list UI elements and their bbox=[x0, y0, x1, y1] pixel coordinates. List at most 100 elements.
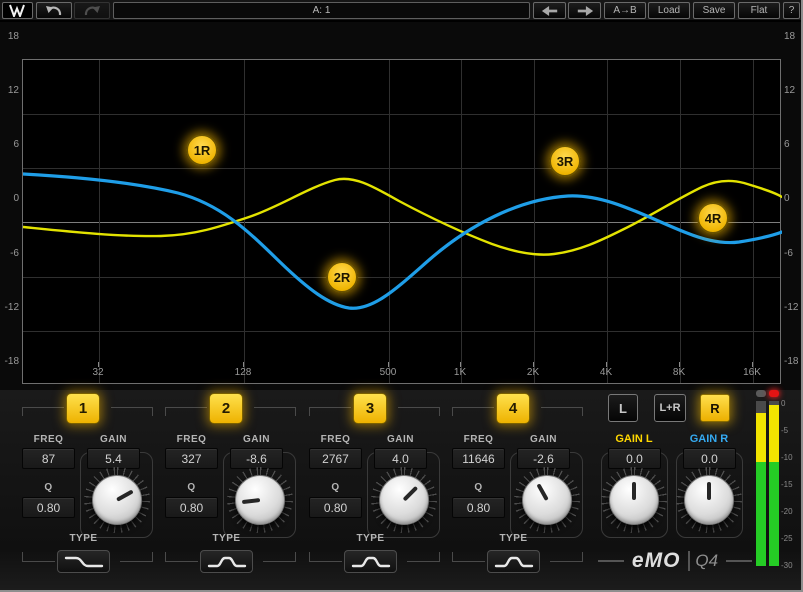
band-4-gain-knob[interactable] bbox=[522, 475, 572, 525]
undo-button[interactable] bbox=[36, 2, 72, 19]
previous-preset-button[interactable] bbox=[533, 2, 566, 19]
band-3-select-button[interactable]: 3 bbox=[353, 393, 387, 424]
gain-l-knob[interactable] bbox=[609, 475, 659, 525]
y-tick-label: 18 bbox=[784, 31, 802, 43]
logo-line bbox=[726, 560, 752, 562]
knob-pointer bbox=[632, 482, 636, 500]
meter-scale-label: -10 bbox=[781, 453, 801, 463]
band-4-select-button[interactable]: 4 bbox=[496, 393, 530, 424]
bracket bbox=[407, 552, 440, 562]
band-2-q-value[interactable]: 0.80 bbox=[165, 497, 218, 518]
y-tick-label: 6 bbox=[784, 139, 802, 151]
meter-yellow-segment bbox=[769, 405, 779, 462]
bracket bbox=[398, 407, 440, 416]
load-button[interactable]: Load bbox=[648, 2, 690, 19]
band-1-select-button[interactable]: 1 bbox=[66, 393, 100, 424]
undo-icon bbox=[45, 5, 63, 17]
band-2-gain-knob[interactable] bbox=[235, 475, 285, 525]
gain-r-knob[interactable] bbox=[684, 475, 734, 525]
knob-pointer bbox=[242, 498, 260, 504]
meter-scale-label: -30 bbox=[781, 561, 801, 571]
bracket bbox=[22, 407, 64, 416]
meter-yellow-segment bbox=[756, 413, 766, 462]
clip-indicator-left[interactable] bbox=[756, 390, 766, 397]
meter-scale-label: -15 bbox=[781, 480, 801, 490]
channel-r-button[interactable]: R bbox=[700, 394, 730, 422]
meter-scale-label: -5 bbox=[781, 426, 801, 436]
left-channel-curve[interactable] bbox=[23, 179, 782, 255]
ab-compare-button[interactable]: A→B bbox=[604, 2, 646, 19]
knob-pointer bbox=[707, 482, 711, 500]
band-panel-4: 4 FREQ GAIN 11646 -2.6 Q 0.80 TYPE bbox=[450, 390, 585, 590]
q-label: Q bbox=[309, 482, 362, 493]
bracket bbox=[111, 407, 153, 416]
type-label: TYPE bbox=[344, 533, 397, 544]
y-tick-label: -18 bbox=[784, 356, 802, 368]
redo-button[interactable] bbox=[74, 2, 110, 19]
band-2-type-button[interactable] bbox=[200, 550, 253, 573]
next-preset-button[interactable] bbox=[568, 2, 601, 19]
band-3-gain-knob[interactable] bbox=[379, 475, 429, 525]
band-marker-label: 4R bbox=[705, 211, 722, 226]
band-marker-4[interactable]: 4R bbox=[697, 202, 729, 234]
band-1-q-value[interactable]: 0.80 bbox=[22, 497, 75, 518]
help-button[interactable]: ? bbox=[783, 2, 800, 19]
type-label: TYPE bbox=[57, 533, 110, 544]
bracket bbox=[541, 407, 583, 416]
meter-scale-label: -25 bbox=[781, 534, 801, 544]
y-tick-label: -6 bbox=[784, 248, 802, 260]
gain-r-value[interactable]: 0.0 bbox=[683, 448, 736, 469]
band-marker-1[interactable]: 1R bbox=[186, 134, 218, 166]
y-tick-label: 0 bbox=[1, 193, 19, 205]
level-meter-right bbox=[769, 401, 779, 566]
knob-pointer bbox=[116, 489, 134, 501]
band-4-freq-value[interactable]: 11646 bbox=[452, 448, 505, 469]
y-tick-label: -18 bbox=[1, 356, 19, 368]
band-1-gain-knob[interactable] bbox=[92, 475, 142, 525]
waves-logo[interactable] bbox=[2, 2, 33, 19]
low-shelf-icon bbox=[62, 553, 106, 571]
x-tick-label: 16K bbox=[743, 367, 761, 378]
redo-icon bbox=[83, 5, 101, 17]
x-tick-label: 32 bbox=[92, 367, 103, 378]
band-1-gain-value[interactable]: 5.4 bbox=[87, 448, 140, 469]
band-marker-2[interactable]: 2R bbox=[326, 261, 358, 293]
type-label: TYPE bbox=[487, 533, 540, 544]
channel-lr-button[interactable]: L+R bbox=[654, 394, 686, 422]
band-4-type-button[interactable] bbox=[487, 550, 540, 573]
band-3-type-button[interactable] bbox=[344, 550, 397, 573]
band-3-freq-value[interactable]: 2767 bbox=[309, 448, 362, 469]
band-2-select-button[interactable]: 2 bbox=[209, 393, 243, 424]
band-4-q-value[interactable]: 0.80 bbox=[452, 497, 505, 518]
band-3-q-value[interactable]: 0.80 bbox=[309, 497, 362, 518]
bracket bbox=[309, 407, 351, 416]
band-3-gain-value[interactable]: 4.0 bbox=[374, 448, 427, 469]
save-button[interactable]: Save bbox=[693, 2, 735, 19]
bracket bbox=[263, 552, 296, 562]
bracket bbox=[120, 552, 153, 562]
band-2-freq-value[interactable]: 327 bbox=[165, 448, 218, 469]
clip-indicator-right[interactable] bbox=[769, 390, 779, 397]
preset-display[interactable]: A: 1 bbox=[113, 2, 530, 19]
band-1-freq-value[interactable]: 87 bbox=[22, 448, 75, 469]
y-tick-label: -12 bbox=[784, 302, 802, 314]
right-channel-curve[interactable] bbox=[23, 174, 782, 308]
meter-green-segment bbox=[756, 462, 766, 566]
logo-line bbox=[598, 560, 624, 562]
band-panel-3: 3 FREQ GAIN 2767 4.0 Q 0.80 TYPE bbox=[307, 390, 442, 590]
y-tick-label: 18 bbox=[1, 31, 19, 43]
channel-l-button[interactable]: L bbox=[608, 394, 638, 422]
flat-button[interactable]: Flat bbox=[738, 2, 780, 19]
band-marker-label: 3R bbox=[557, 154, 574, 169]
bracket bbox=[165, 552, 198, 562]
type-label: TYPE bbox=[200, 533, 253, 544]
band-1-type-button[interactable] bbox=[57, 550, 110, 573]
bracket bbox=[22, 552, 55, 562]
band-panel-2: 2 FREQ GAIN 327 -8.6 Q 0.80 TYPE bbox=[163, 390, 298, 590]
gain-l-value[interactable]: 0.0 bbox=[608, 448, 661, 469]
band-marker-3[interactable]: 3R bbox=[549, 145, 581, 177]
eq-plot-area[interactable] bbox=[22, 59, 781, 384]
band-4-gain-value[interactable]: -2.6 bbox=[517, 448, 570, 469]
gain-label: GAIN bbox=[87, 434, 140, 445]
band-2-gain-value[interactable]: -8.6 bbox=[230, 448, 283, 469]
